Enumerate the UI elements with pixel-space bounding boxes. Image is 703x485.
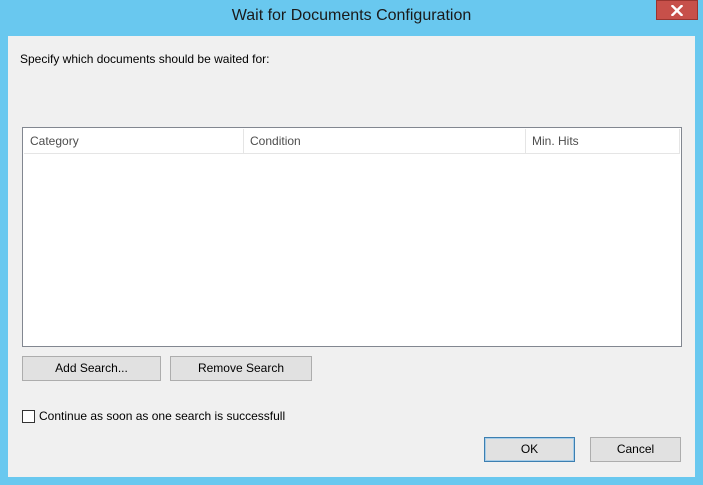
continue-checkbox-row[interactable]: Continue as soon as one search is succes… [22, 408, 285, 424]
ok-button[interactable]: OK [484, 437, 575, 462]
title-bar[interactable]: Wait for Documents Configuration [0, 0, 703, 36]
remove-search-button[interactable]: Remove Search [170, 356, 312, 381]
column-header-category[interactable]: Category [24, 129, 244, 153]
continue-checkbox[interactable] [22, 409, 35, 423]
searches-list[interactable]: Category Condition Min. Hits [22, 127, 682, 347]
column-header-min-hits[interactable]: Min. Hits [526, 129, 680, 153]
continue-checkbox-label[interactable]: Continue as soon as one search is succes… [39, 409, 285, 423]
window-title: Wait for Documents Configuration [231, 7, 472, 24]
cancel-button[interactable]: Cancel [590, 437, 681, 462]
list-body[interactable] [24, 154, 680, 345]
close-button[interactable] [656, 0, 698, 20]
column-header-condition[interactable]: Condition [244, 129, 526, 153]
close-icon [671, 4, 683, 16]
list-header: Category Condition Min. Hits [24, 129, 680, 154]
instruction-label: Specify which documents should be waited… [20, 52, 270, 66]
dialog-window: Wait for Documents Configuration Specify… [0, 0, 703, 485]
add-search-button[interactable]: Add Search... [22, 356, 161, 381]
dialog-client-area: Specify which documents should be waited… [8, 36, 695, 477]
